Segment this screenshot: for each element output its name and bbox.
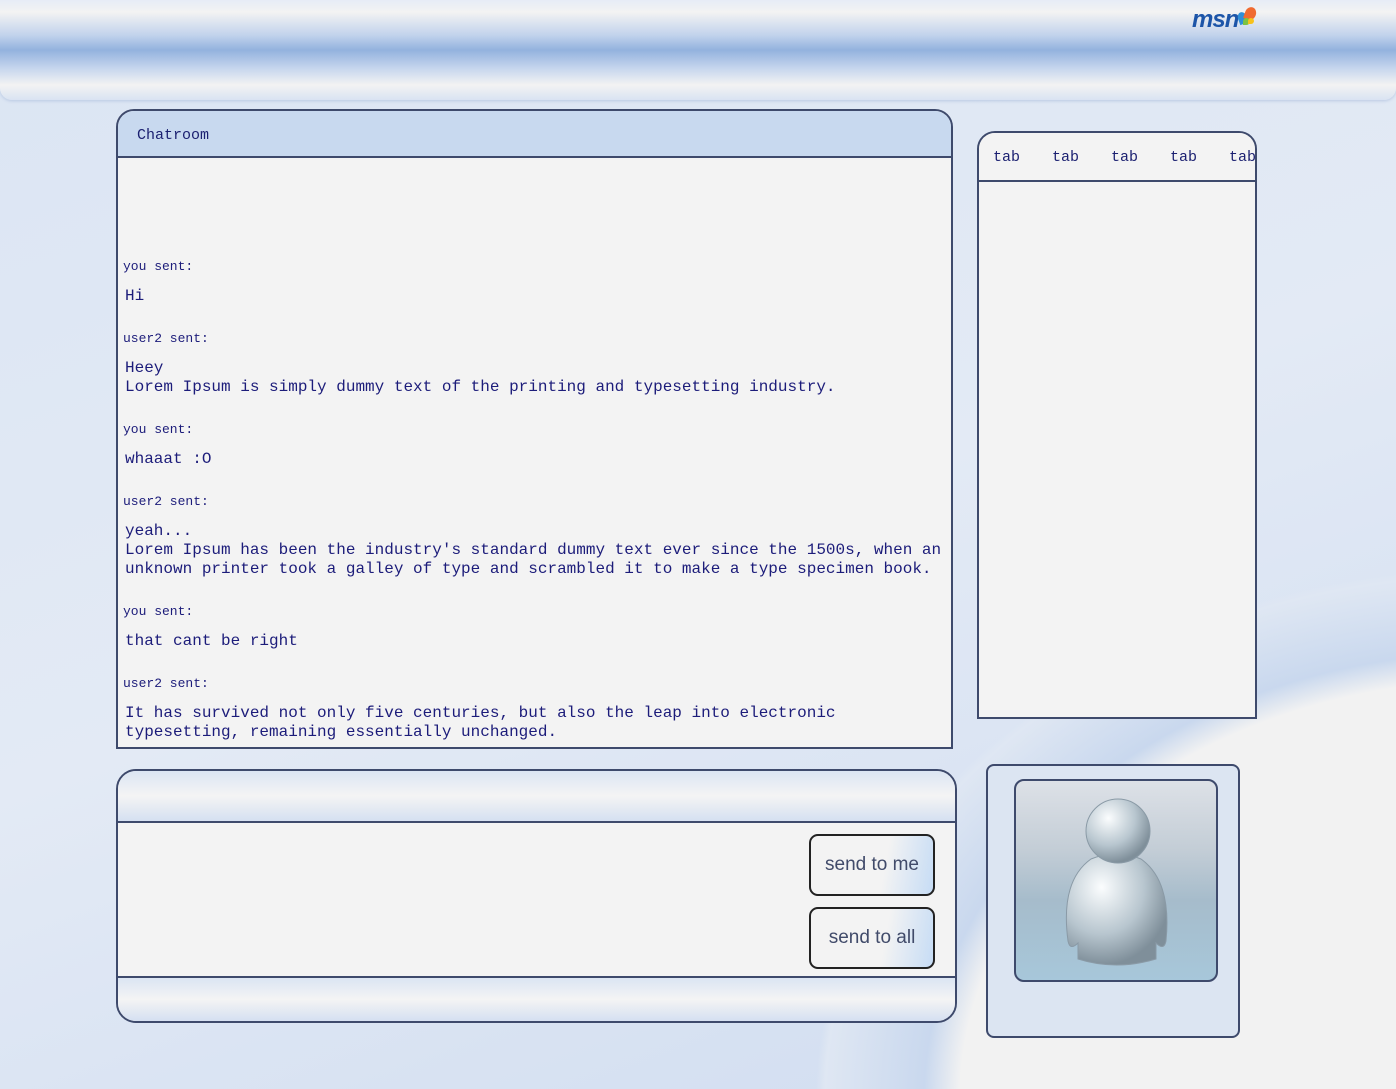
message-sender: you sent: [123,259,194,274]
tabs-panel: tab tab tab tab tab [977,131,1257,719]
tab-5[interactable]: tab [1229,149,1255,180]
message-sender: you sent: [123,604,194,619]
compose-toolbar [118,771,955,823]
message-input[interactable] [118,825,798,975]
message-text: Hi [125,287,145,305]
chat-message: you sent: whaaat :O [123,420,943,492]
message-sender: user2 sent: [123,331,209,346]
tab-3[interactable]: tab [1111,149,1170,180]
message-text: yeah... Lorem Ipsum has been the industr… [125,522,942,578]
message-text: that cant be right [125,632,298,650]
msn-logo: msn [1190,5,1259,57]
compose-panel: send to me send to all [116,769,957,1023]
send-to-me-button[interactable]: send to me [809,834,935,896]
avatar-panel [986,764,1240,1038]
chatroom-title: Chatroom [118,111,951,158]
message-sender: user2 sent: [123,494,209,509]
tab-2[interactable]: tab [1052,149,1111,180]
tab-bar: tab tab tab tab tab [979,133,1255,182]
message-text: It has survived not only five centuries,… [125,704,836,741]
chat-message: user2 sent: It has survived not only five… [123,674,943,742]
avatar[interactable] [1014,779,1218,982]
chat-message: user2 sent: Heey Lorem Ipsum is simply du… [123,329,943,420]
send-to-all-button[interactable]: send to all [809,907,935,969]
user-silhouette-icon [1065,798,1168,966]
chatroom-panel: Chatroom you sent: Hi user2 sent: Heey Lore… [116,109,953,749]
message-sender: you sent: [123,422,194,437]
tab-4[interactable]: tab [1170,149,1229,180]
message-text: Heey Lorem Ipsum is simply dummy text of… [125,359,836,396]
top-banner: msn [0,0,1396,100]
chat-message: you sent: that cant be right [123,602,943,674]
message-sender: user2 sent: [123,676,209,691]
message-list[interactable]: you sent: Hi user2 sent: Heey Lorem Ipsum i… [118,160,951,747]
butterfly-icon [1236,5,1259,28]
chat-message: you sent: Hi [123,257,943,329]
message-text: whaaat :O [125,450,212,468]
tab-1[interactable]: tab [993,149,1052,180]
chat-message: user2 sent: yeah... Lorem Ipsum has been … [123,492,943,602]
compose-footer [118,976,955,1021]
